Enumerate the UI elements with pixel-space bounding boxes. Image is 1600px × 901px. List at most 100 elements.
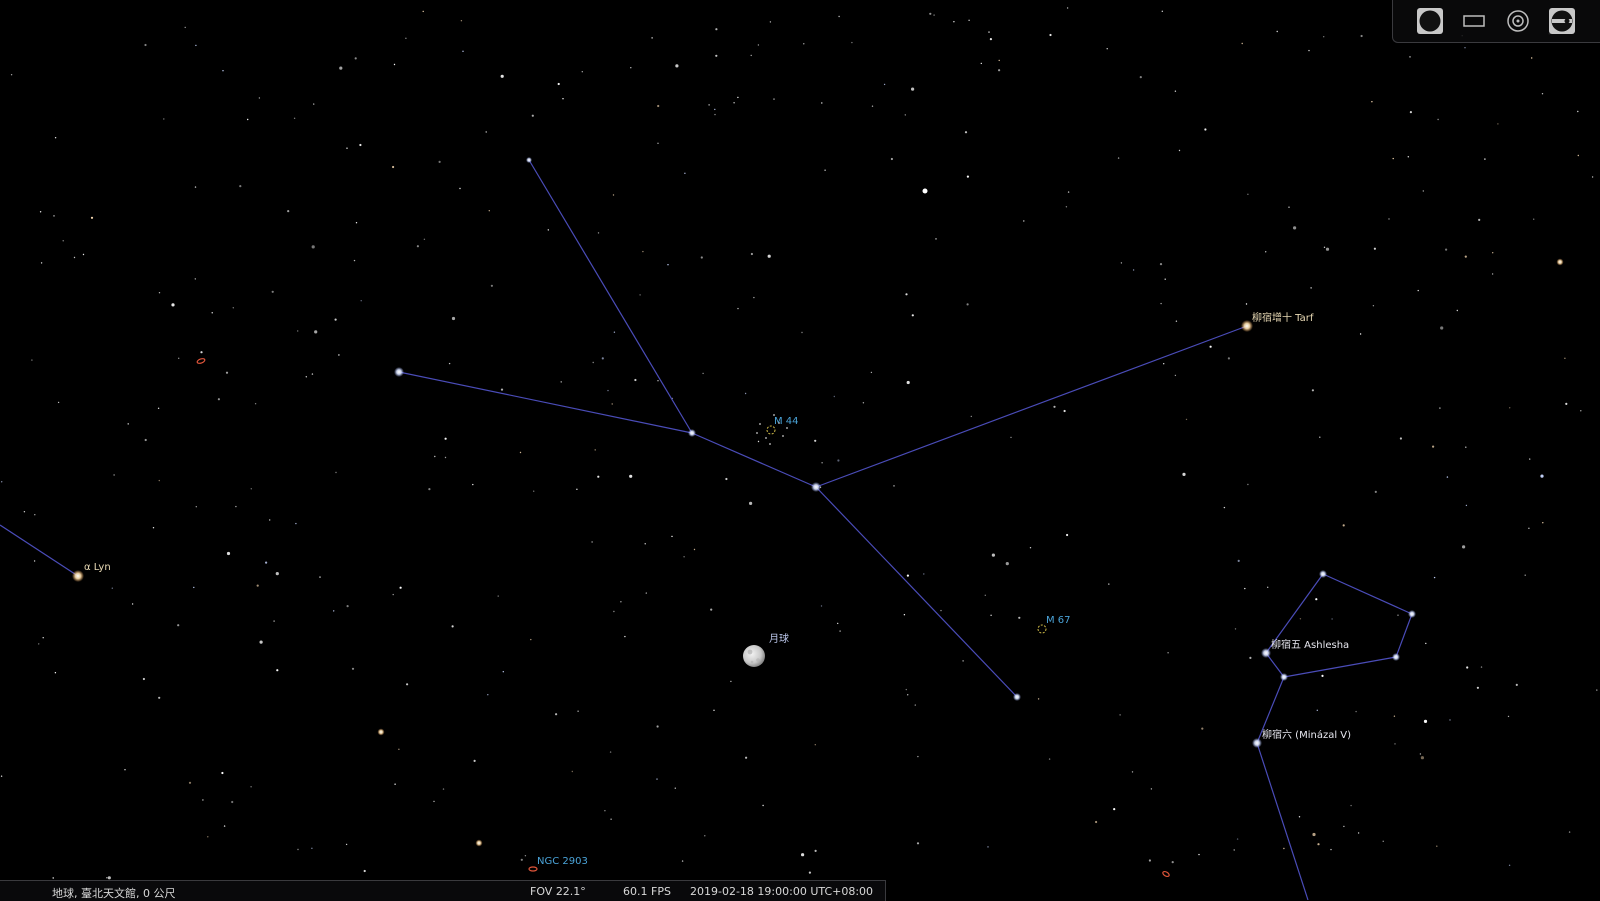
background-star xyxy=(750,252,754,256)
background-star xyxy=(970,415,972,418)
background-star xyxy=(1464,47,1466,49)
background-star xyxy=(334,318,337,321)
background-star xyxy=(433,800,435,803)
background-star xyxy=(560,381,562,383)
star-hydra-2[interactable] xyxy=(1408,610,1416,618)
background-star xyxy=(485,131,487,133)
background-star xyxy=(276,669,279,672)
star-misc-4[interactable] xyxy=(922,188,928,194)
sky-view[interactable]: 柳宿增十 Tarf M 44 α Lyn M 67 月球 柳宿五 Ashlesh… xyxy=(0,0,1600,900)
ocular-view-icon xyxy=(1549,8,1575,34)
background-star xyxy=(1298,816,1301,818)
background-star xyxy=(911,314,914,317)
background-star xyxy=(487,694,489,696)
background-star xyxy=(1425,642,1427,645)
background-star xyxy=(620,601,622,603)
background-star xyxy=(287,210,290,213)
background-star xyxy=(1245,303,1248,305)
ocular-view-button[interactable] xyxy=(1547,6,1577,36)
background-star xyxy=(1174,90,1177,92)
background-star xyxy=(73,256,76,259)
background-star xyxy=(708,104,710,106)
dso-m67[interactable] xyxy=(1037,624,1047,634)
background-star xyxy=(714,113,716,116)
star-chi-cancri[interactable] xyxy=(394,367,404,377)
background-star xyxy=(1440,326,1444,330)
status-location: 地球, 臺北天文館, 0 公尺 xyxy=(52,887,176,900)
background-star xyxy=(1388,218,1390,220)
background-star xyxy=(1433,576,1436,579)
background-star xyxy=(258,97,261,99)
background-star xyxy=(547,229,549,231)
background-star xyxy=(1139,76,1142,79)
background-star xyxy=(177,624,180,627)
background-star xyxy=(524,855,527,857)
star-alpha-lyn[interactable] xyxy=(72,570,84,582)
background-star xyxy=(935,238,937,240)
star-misc-3[interactable] xyxy=(475,839,483,847)
background-star xyxy=(171,303,175,307)
label-tarf: 柳宿增十 Tarf xyxy=(1252,311,1314,324)
background-star xyxy=(1446,476,1449,478)
background-star xyxy=(250,488,252,490)
star-hydra-1[interactable] xyxy=(1319,570,1327,578)
background-star xyxy=(1321,674,1324,678)
background-star xyxy=(862,402,865,404)
background-star xyxy=(497,595,499,597)
background-star xyxy=(1542,522,1544,524)
background-star xyxy=(1150,788,1153,790)
background-star xyxy=(837,622,839,625)
star-misc-1[interactable] xyxy=(1556,258,1564,266)
target-ring-button[interactable] xyxy=(1503,6,1533,36)
background-star xyxy=(1267,586,1269,588)
star-gamma-cancri[interactable] xyxy=(688,429,696,437)
star-minazal[interactable] xyxy=(1252,738,1262,748)
background-star xyxy=(656,725,659,728)
background-star xyxy=(1010,436,1012,439)
background-star xyxy=(773,98,775,100)
background-star xyxy=(33,560,36,562)
star-ashlesha[interactable] xyxy=(1261,648,1271,658)
star-hydra-4[interactable] xyxy=(1280,673,1288,681)
background-star xyxy=(398,748,400,750)
background-star xyxy=(239,185,242,188)
galaxy-marker-1[interactable] xyxy=(196,358,206,364)
background-star xyxy=(1299,618,1302,620)
background-star xyxy=(906,574,910,577)
background-star xyxy=(987,846,989,848)
star-misc-2[interactable] xyxy=(377,728,385,736)
background-star xyxy=(710,608,713,611)
background-star xyxy=(757,440,760,443)
galaxy-marker-2[interactable] xyxy=(1162,870,1170,878)
background-star xyxy=(715,28,718,31)
dso-symbol-toggle-button[interactable] xyxy=(1415,6,1445,36)
background-star xyxy=(422,10,424,13)
background-star xyxy=(1037,698,1040,700)
background-star xyxy=(235,505,237,508)
background-star xyxy=(1323,36,1325,38)
background-star xyxy=(232,307,234,309)
star-hydra-3[interactable] xyxy=(1392,653,1400,661)
background-star xyxy=(907,694,909,696)
moon[interactable] xyxy=(743,645,765,667)
star-delta-cancri[interactable] xyxy=(811,482,821,492)
dso-ngc2903[interactable] xyxy=(528,866,538,872)
background-star xyxy=(275,572,279,576)
star-iota-cancri[interactable] xyxy=(526,157,532,163)
background-star xyxy=(42,637,44,639)
background-star xyxy=(1108,583,1110,585)
background-star xyxy=(1476,686,1479,689)
rectangle-frame-button[interactable] xyxy=(1459,6,1489,36)
background-star xyxy=(733,102,735,104)
background-star xyxy=(23,511,26,513)
background-star xyxy=(737,96,739,99)
status-fov: FOV 22.1° xyxy=(530,885,586,898)
background-star xyxy=(683,556,685,558)
background-star xyxy=(157,407,160,409)
background-star xyxy=(1117,157,1120,159)
background-star xyxy=(1315,598,1318,601)
background-star xyxy=(639,294,641,296)
background-star xyxy=(1419,753,1422,755)
star-acubens[interactable] xyxy=(1013,693,1021,701)
background-stars xyxy=(0,7,1598,880)
